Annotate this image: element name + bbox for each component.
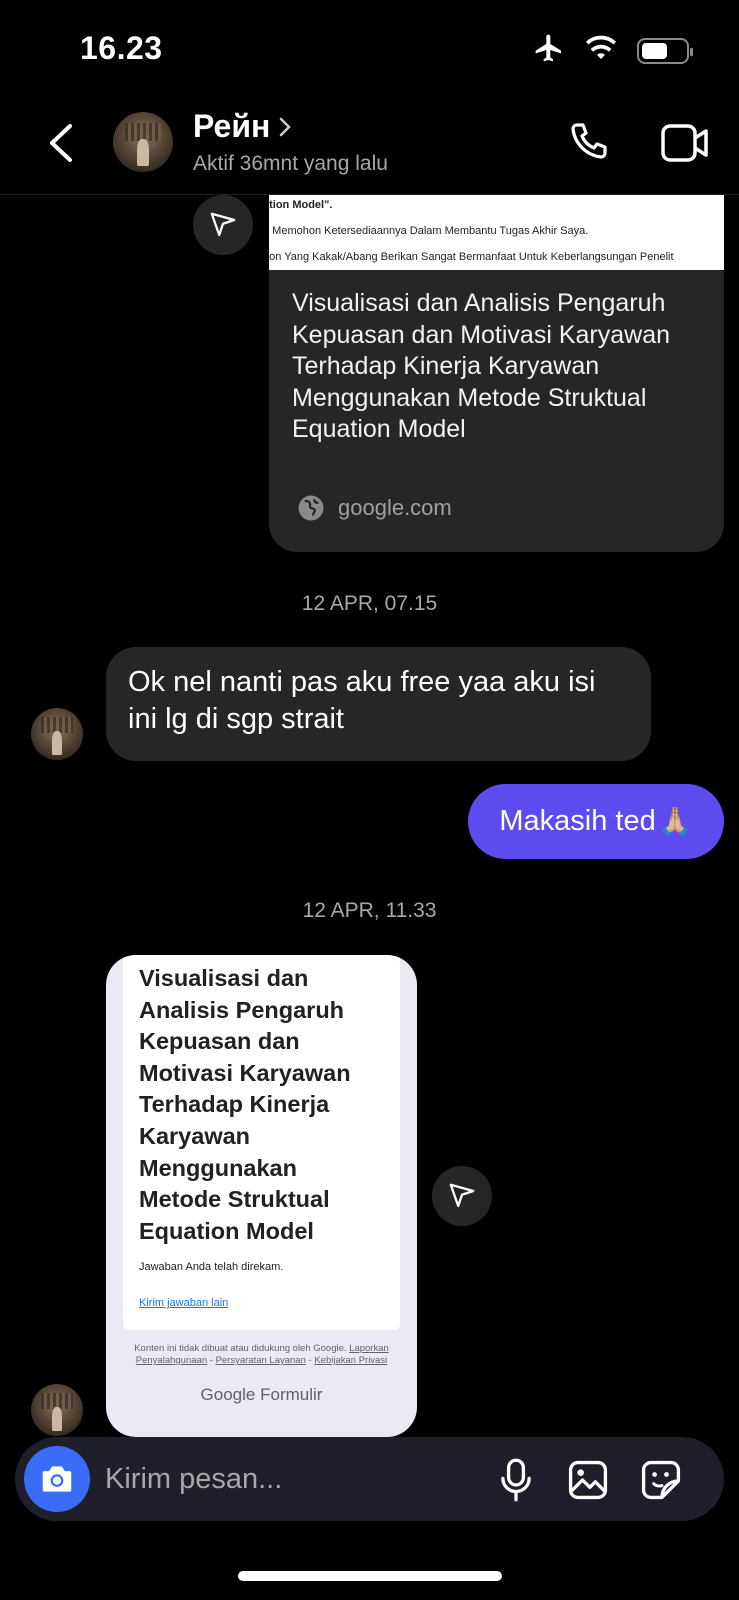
wifi-icon	[585, 35, 617, 66]
microphone-icon	[501, 1458, 531, 1502]
form-title: Visualisasi dan Analisis Pengaruh Kepuas…	[139, 965, 351, 1244]
privacy-link: Kebijakan Privasi	[314, 1355, 388, 1366]
share-button[interactable]	[193, 195, 253, 255]
form-content: Visualisasi dan Analisis Pengaruh Kepuas…	[123, 955, 400, 1330]
video-call-button[interactable]	[660, 120, 710, 166]
phone-icon	[571, 123, 607, 159]
form-screenshot-card[interactable]: Visualisasi dan Analisis Pengaruh Kepuas…	[106, 955, 417, 1437]
message-input[interactable]	[105, 1459, 475, 1499]
chat-header: Рейн Aktif 36mnt yang lalu	[0, 100, 739, 195]
contact-name: Рейн	[193, 108, 271, 144]
status-bar: 16.23	[0, 0, 739, 100]
audio-call-button[interactable]	[566, 118, 616, 168]
battery-level	[642, 42, 668, 59]
preview-line: a Memohon Ketersediaannya Dalam Membantu…	[269, 225, 589, 237]
link-domain-row: google.com	[296, 493, 452, 523]
avatar[interactable]	[113, 112, 173, 172]
send-icon	[449, 1183, 475, 1208]
video-camera-icon	[661, 124, 708, 162]
back-arrow-icon	[50, 124, 72, 162]
back-button[interactable]	[42, 118, 82, 168]
status-icons	[533, 32, 693, 69]
google-forms-logo: Google Formulir	[106, 1385, 417, 1405]
home-indicator	[238, 1571, 502, 1581]
link-title: Visualisasi dan Analisis Pengaruh Kepuas…	[292, 289, 671, 444]
airplane-icon	[533, 32, 565, 69]
form-footer: Konten ini tidak dibuat atau didukung ol…	[116, 1343, 407, 1367]
outgoing-message[interactable]: Makasih ted 🙏🏼	[468, 784, 724, 859]
gallery-button[interactable]	[565, 1457, 611, 1503]
preview-line: bon Yang Kakak/Abang Berikan Sangat Berm…	[269, 251, 674, 263]
contact-name-link[interactable]: Рейн	[193, 108, 292, 145]
camera-icon	[42, 1466, 72, 1492]
outgoing-message-text: Makasih ted	[499, 805, 656, 837]
forms-wordmark: Formulir	[260, 1385, 323, 1404]
message-timestamp: 12 APR, 07.15	[301, 592, 438, 615]
microphone-button[interactable]	[493, 1457, 539, 1503]
sender-avatar[interactable]	[31, 708, 83, 760]
google-wordmark: Google	[200, 1385, 256, 1404]
form-footer-text: Konten ini tidak dibuat atau didukung ol…	[134, 1343, 347, 1354]
message-timestamp: 12 APR, 11.33	[302, 899, 437, 922]
link-preview-image: ation Model". a Memohon Ketersediaannya …	[269, 195, 724, 270]
status-time: 16.23	[80, 30, 163, 66]
form-recorded-text: Jawaban Anda telah direkam.	[139, 1261, 284, 1274]
battery-icon	[637, 37, 693, 64]
praying-hands-emoji: 🙏🏼	[657, 805, 693, 838]
sticker-icon	[641, 1460, 681, 1500]
sender-avatar[interactable]	[31, 1384, 83, 1436]
image-icon	[568, 1460, 608, 1500]
link-preview-card[interactable]: ation Model". a Memohon Ketersediaannya …	[269, 195, 724, 552]
sticker-button[interactable]	[638, 1457, 684, 1503]
message-composer	[15, 1437, 724, 1521]
contact-status: Aktif 36mnt yang lalu	[193, 152, 388, 175]
globe-icon	[298, 495, 324, 521]
link-domain: google.com	[338, 495, 452, 520]
resubmit-link: Kirim jawaban lain	[139, 1297, 229, 1310]
incoming-message[interactable]: Ok nel nanti pas aku free yaa aku isi in…	[106, 647, 651, 761]
terms-link: Persyaratan Layanan	[215, 1355, 306, 1366]
send-icon	[210, 212, 236, 237]
chevron-right-icon	[280, 117, 292, 136]
preview-line: ation Model".	[269, 199, 333, 211]
separator: -	[207, 1355, 216, 1366]
share-button[interactable]	[432, 1166, 492, 1226]
camera-button[interactable]	[24, 1446, 90, 1512]
